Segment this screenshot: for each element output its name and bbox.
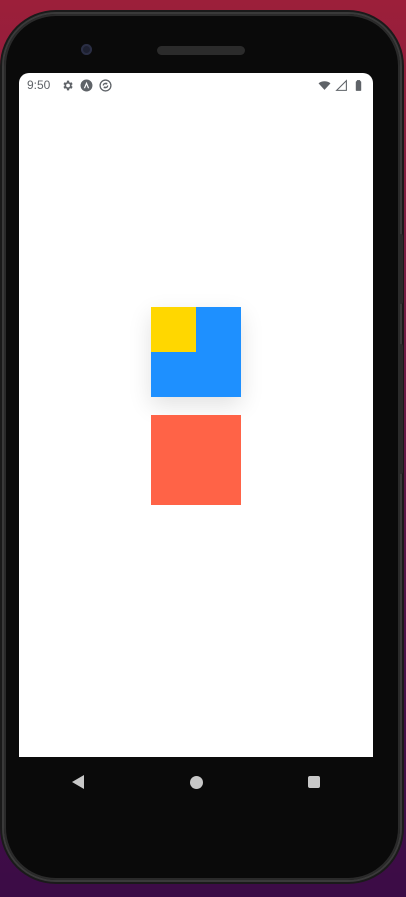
home-circle-icon xyxy=(189,775,203,789)
app-logo-icon xyxy=(80,79,93,92)
sync-icon xyxy=(99,78,112,92)
status-system-icons xyxy=(318,78,365,92)
yellow-box xyxy=(151,307,196,352)
back-triangle-icon xyxy=(72,775,84,789)
wifi-icon xyxy=(318,79,331,92)
status-time: 9:50 xyxy=(27,78,51,92)
settings-icon xyxy=(61,79,74,92)
front-camera xyxy=(81,44,92,55)
cell-signal-icon xyxy=(335,78,348,92)
status-bar: 9:50 xyxy=(19,73,373,97)
volume-button[interactable] xyxy=(399,344,403,474)
blue-box xyxy=(151,307,241,397)
status-notification-icons xyxy=(61,78,112,92)
earpiece-speaker xyxy=(157,46,245,55)
back-button[interactable] xyxy=(58,762,98,802)
recents-button[interactable] xyxy=(294,762,334,802)
home-button[interactable] xyxy=(176,762,216,802)
red-box xyxy=(151,415,241,505)
navigation-bar xyxy=(19,757,373,807)
recents-square-icon xyxy=(308,776,320,788)
battery-icon xyxy=(352,79,365,92)
power-button[interactable] xyxy=(399,234,403,304)
device-screen: 9:50 xyxy=(19,73,373,757)
